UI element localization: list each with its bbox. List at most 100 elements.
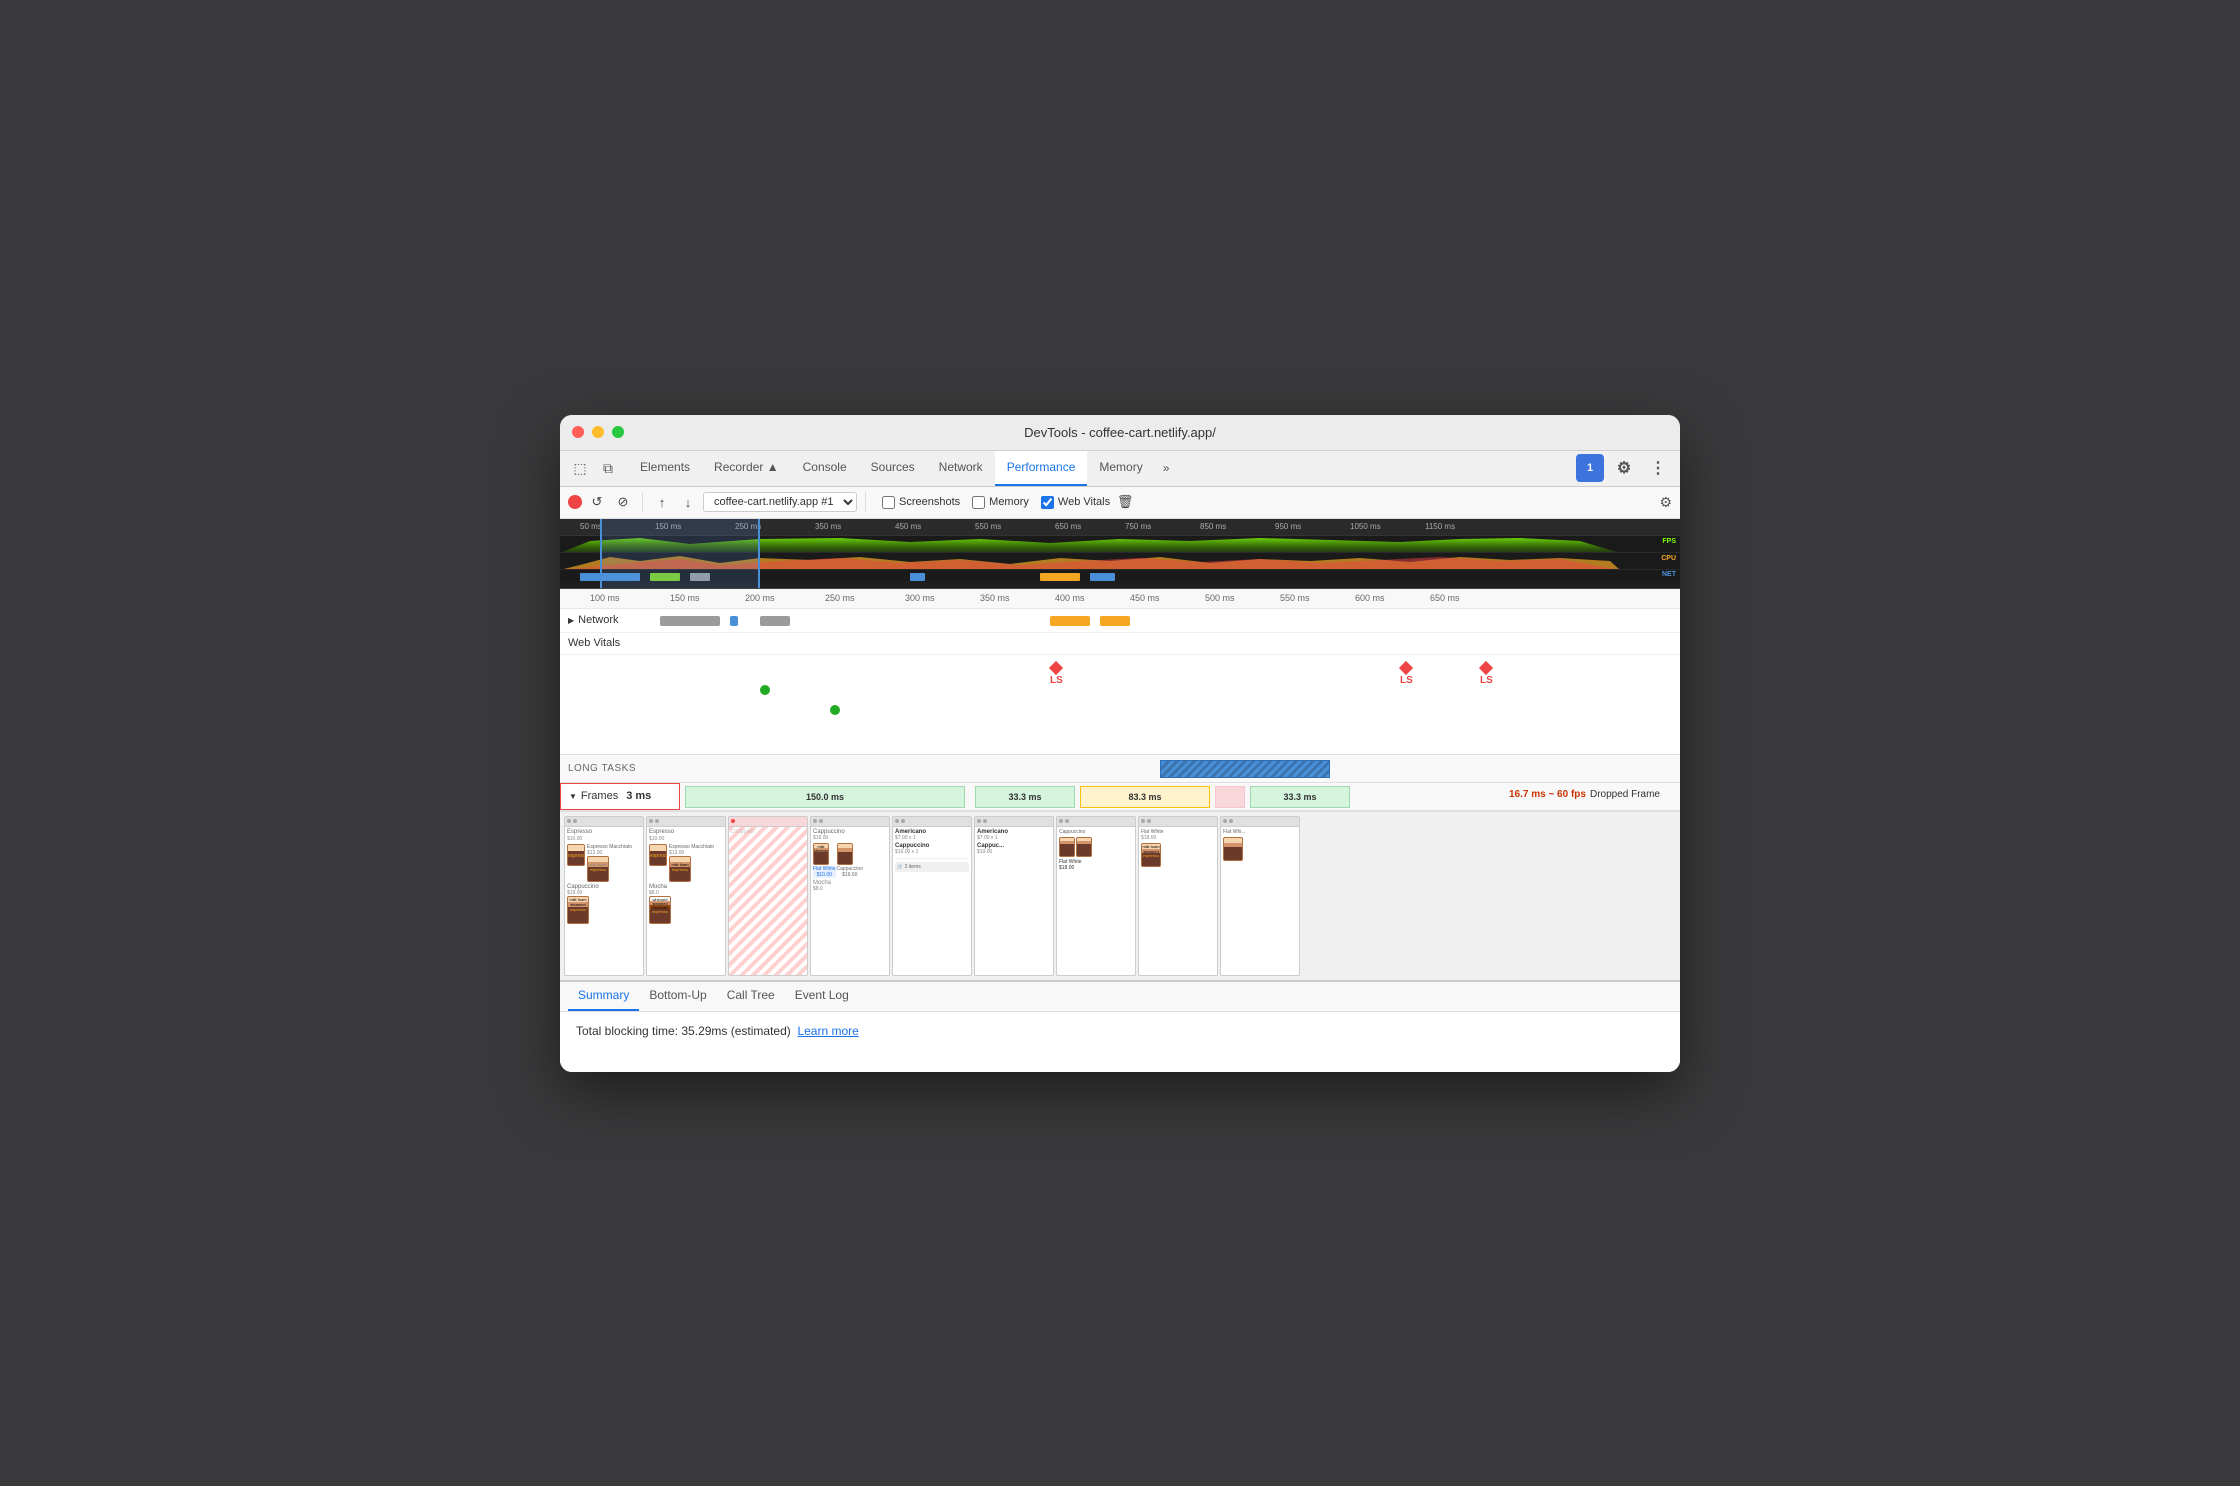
timeline-main: 100 ms 150 ms 200 ms 250 ms 300 ms 350 m… [560,589,1680,812]
memory-label: Memory [989,496,1029,508]
cpu-graph [560,553,1680,570]
network-label[interactable]: ▶ Network [568,614,648,626]
screenshots-checkbox[interactable] [882,496,895,509]
call-tree-tab[interactable]: Call Tree [717,981,785,1011]
overview-label-50ms: 50 ms [580,522,602,531]
traffic-lights [572,426,624,438]
net-label: NET [1662,571,1676,578]
web-vitals-checkbox[interactable] [1041,496,1054,509]
screenshot-dropped[interactable]: Dropped [728,816,808,976]
screenshot-7[interactable]: Flat White $18.00 milk foam steamed milk… [1138,816,1218,976]
screenshots-area[interactable]: Espresso $10.00 espresso Espresso Macchi… [560,812,1680,982]
dropped-label-text: Dropped Frame [1590,789,1660,800]
tab-elements[interactable]: Elements [628,450,702,486]
window-title: DevTools - coffee-cart.netlify.app/ [1024,425,1216,440]
timeline-ruler: 100 ms 150 ms 200 ms 250 ms 300 ms 350 m… [560,589,1680,609]
net-req-1 [660,616,720,626]
more-options-icon[interactable]: ⋮ [1644,454,1672,482]
memory-checkbox-group: Memory [972,496,1029,509]
screenshot-2[interactable]: Espresso $10.00 espresso Espresso Macchi… [646,816,726,976]
screenshot-4[interactable]: Americano $7.00 x 1 Cappuccino $19.00 x … [892,816,972,976]
tab-actions: 1 ⚙ ⋮ [1576,454,1672,482]
screenshot-8[interactable]: Flat Whi... [1220,816,1300,976]
reload-button[interactable]: ↺ [586,491,608,513]
screenshot-3[interactable]: Cappuccino $19.00 milk foam steamed milk… [810,816,890,976]
ls-diamond-3 [1479,660,1493,674]
record-button[interactable] [568,495,582,509]
frame-seg-2: 33.3 ms [975,786,1075,808]
ruler-600ms: 600 ms [1355,593,1385,603]
bottom-up-tab[interactable]: Bottom-Up [639,981,716,1011]
fps-graph [560,536,1680,553]
web-vitals-label: Web Vitals [1058,496,1110,508]
devtools-body: ⬚ ⧉ Elements Recorder ▲ Console Sources … [560,451,1680,1072]
frames-label[interactable]: ▼ Frames 3 ms [560,783,680,810]
minimize-button[interactable] [592,426,604,438]
frames-ms: 3 ms [626,790,651,802]
screenshot-1[interactable]: Espresso $10.00 espresso Espresso Macchi… [564,816,644,976]
long-task-stripe [1161,761,1329,777]
tab-recorder[interactable]: Recorder ▲ [702,450,791,486]
frame-seg-4: 33.3 ms [1250,786,1350,808]
memory-checkbox[interactable] [972,496,985,509]
upload-button[interactable]: ↑ [651,491,673,513]
frame-seg-1: 150.0 ms [685,786,965,808]
tab-console[interactable]: Console [791,450,859,486]
ruler-100ms: 100 ms [590,593,620,603]
net-req-5 [1100,616,1130,626]
device-icon[interactable]: ⧉ [596,456,620,480]
ruler-350ms: 350 ms [980,593,1010,603]
summary-text: Total blocking time: 35.29ms (estimated)… [576,1024,1664,1038]
nav-icons: ⬚ ⧉ [568,456,620,480]
interaction-dot-2 [830,705,840,715]
dropped-frame-info: 16.7 ms ~ 60 fps Dropped Frame [1509,789,1660,800]
tab-bar: ⬚ ⧉ Elements Recorder ▲ Console Sources … [560,451,1680,487]
toolbar-settings-icon[interactable]: ⚙ [1659,494,1672,511]
web-vitals-row: Web Vitals [560,633,1680,655]
chat-badge[interactable]: 1 [1576,454,1604,482]
inspect-icon[interactable]: ⬚ [568,456,592,480]
ruler-400ms: 400 ms [1055,593,1085,603]
separator-2 [865,492,866,512]
summary-panel: Total blocking time: 35.29ms (estimated)… [560,1012,1680,1072]
vitals-area: LS LS LS [560,655,1680,755]
web-vitals-label: Web Vitals [568,637,648,649]
overview-label-250ms: 250 ms [735,522,761,531]
frame-seg-3: 83.3 ms [1080,786,1210,808]
network-expand-icon[interactable]: ▶ [568,616,574,625]
overview-label-450ms: 450 ms [895,522,921,531]
settings-icon[interactable]: ⚙ [1610,454,1638,482]
ls-diamond-1 [1049,660,1063,674]
tab-memory[interactable]: Memory [1087,450,1154,486]
ruler-200ms: 200 ms [745,593,775,603]
screenshot-6[interactable]: Cappuccino [1056,816,1136,976]
tab-more[interactable]: » [1155,461,1178,475]
overview-label-650ms: 650 ms [1055,522,1081,531]
event-log-tab[interactable]: Event Log [785,981,859,1011]
devtools-window: DevTools - coffee-cart.netlify.app/ ⬚ ⧉ … [560,415,1680,1072]
ls-marker-3: LS [1480,663,1493,686]
ls-marker-1: LS [1050,663,1063,686]
frames-row: ▼ Frames 3 ms 150.0 ms 33.3 ms 83.3 ms 3… [560,783,1680,811]
overview-label-1050ms: 1050 ms [1350,522,1381,531]
bottom-tabs: Summary Bottom-Up Call Tree Event Log [560,982,1680,1012]
download-button[interactable]: ↓ [677,491,699,513]
stop-button[interactable]: ⊘ [612,491,634,513]
maximize-button[interactable] [612,426,624,438]
tab-network[interactable]: Network [927,450,995,486]
long-task-1 [1160,760,1330,778]
close-button[interactable] [572,426,584,438]
screenshot-5[interactable]: Americano $7.00 x 1 Cappuc... $19.00 [974,816,1054,976]
overview-label-950ms: 950 ms [1275,522,1301,531]
frames-expand-icon[interactable]: ▼ [569,792,577,801]
tab-sources[interactable]: Sources [859,450,927,486]
ruler-550ms: 550 ms [1280,593,1310,603]
separator-1 [642,492,643,512]
tab-performance[interactable]: Performance [995,450,1088,486]
net-req-3 [760,616,790,626]
target-select[interactable]: coffee-cart.netlify.app #1 [703,492,857,512]
summary-tab[interactable]: Summary [568,981,639,1011]
learn-more-link[interactable]: Learn more [797,1024,858,1038]
clear-button[interactable]: 🗑 [1114,491,1136,513]
timeline-overview[interactable]: 50 ms 150 ms 250 ms 350 ms 450 ms 550 ms… [560,519,1680,589]
